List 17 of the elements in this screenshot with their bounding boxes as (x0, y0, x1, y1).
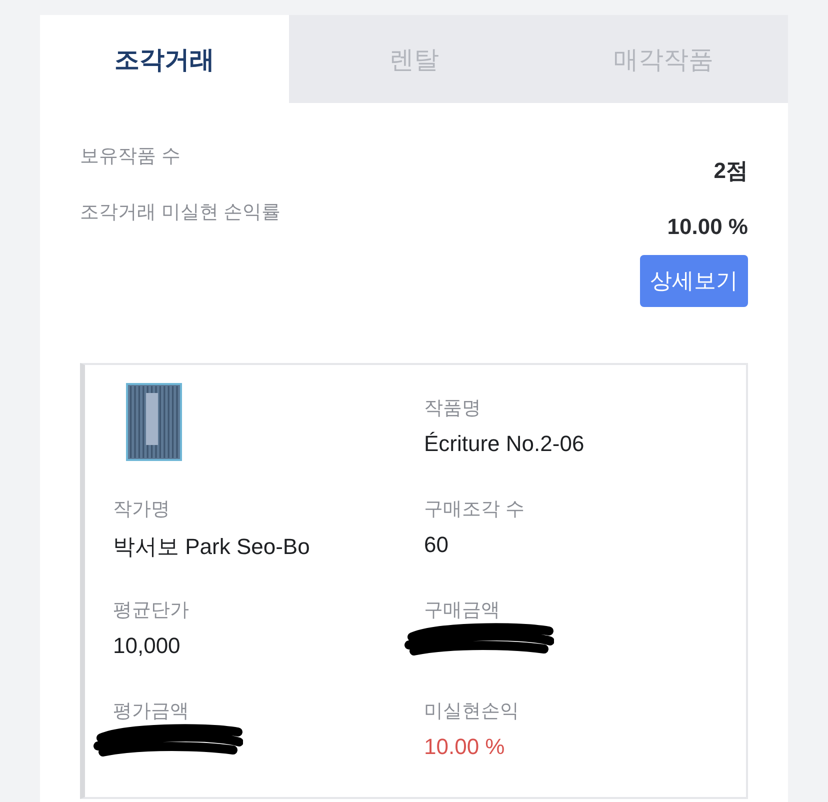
summary-label: 조각거래 미실현 손익률 (80, 201, 281, 225)
detail-button[interactable]: 상세보기 (640, 255, 748, 307)
field-label: 평균단가 (113, 599, 190, 623)
field-label: 구매금액 (424, 599, 501, 623)
field-value: 10.00 % (424, 734, 506, 760)
field-label: 미실현손익 (424, 700, 520, 724)
field-label: 작품명 (424, 397, 482, 421)
field-value: 10,000 (113, 633, 182, 659)
field-value: Écriture No.2-06 (424, 431, 586, 457)
field-label: 평가금액 (113, 700, 190, 724)
field-label: 작가명 (113, 498, 171, 522)
field-value: 60 (424, 532, 450, 558)
field-label: 구매조각 수 (424, 498, 526, 522)
summary-value: 10.00 % (667, 214, 748, 240)
summary-value: 2점 (714, 157, 748, 185)
field-value: 박서보 Park Seo-Bo (113, 533, 311, 561)
summary-label: 보유작품 수 (80, 145, 180, 169)
